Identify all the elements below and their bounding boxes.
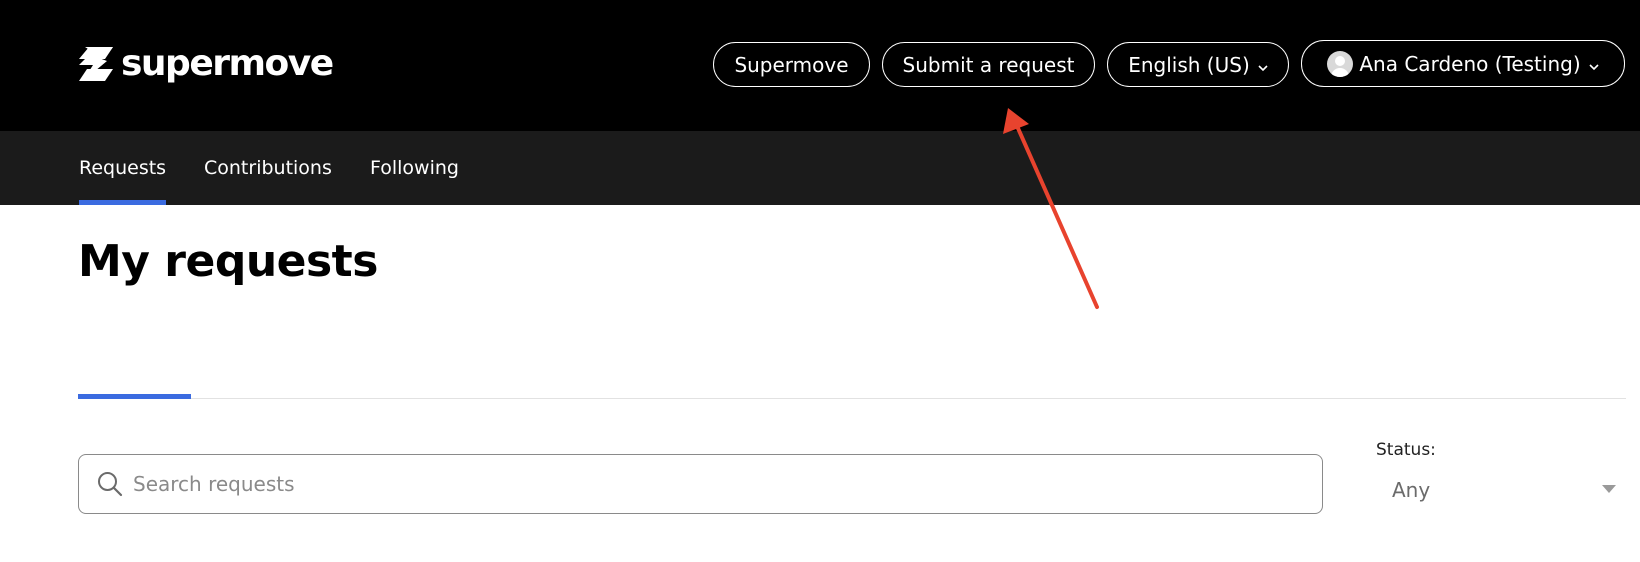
subnav-tab-label: Following [370,157,459,179]
tab-divider [78,398,1626,399]
subnav-tab-contributions[interactable]: Contributions [204,131,332,205]
submit-request-label: Submit a request [902,52,1075,77]
supermove-logo-icon [79,47,113,81]
caret-down-icon [1602,485,1616,493]
brand-logo[interactable]: supermove [79,43,334,84]
supermove-link-label: Supermove [734,52,849,77]
top-header: supermove Supermove Submit a request Eng… [0,0,1640,131]
search-input[interactable] [133,455,1303,512]
chevron-down-icon [1258,53,1268,77]
user-name-label: Ana Cardeno (Testing) [1359,51,1581,76]
language-label: English (US) [1128,52,1250,77]
status-filter-select[interactable]: Any [1376,470,1616,510]
supermove-link-button[interactable]: Supermove [713,42,870,87]
active-tab-indicator[interactable] [78,394,191,399]
status-filter-label: Status: [1376,440,1436,460]
brand-name: supermove [121,43,334,84]
subnav-tab-following[interactable]: Following [370,131,459,205]
chevron-down-icon [1589,52,1599,76]
sub-navigation: Requests Contributions Following [0,131,1640,205]
subnav-tab-label: Requests [79,157,167,179]
avatar-icon [1327,50,1354,77]
status-filter-value: Any [1392,478,1431,502]
subnav-tab-requests[interactable]: Requests [79,131,167,205]
search-box[interactable] [78,454,1323,514]
language-selector[interactable]: English (US) [1107,42,1289,87]
subnav-tab-label: Contributions [204,157,332,179]
user-menu-button[interactable]: Ana Cardeno (Testing) [1301,40,1625,87]
page-title: My requests [78,236,378,287]
submit-request-button[interactable]: Submit a request [882,42,1095,87]
search-icon [97,471,123,501]
